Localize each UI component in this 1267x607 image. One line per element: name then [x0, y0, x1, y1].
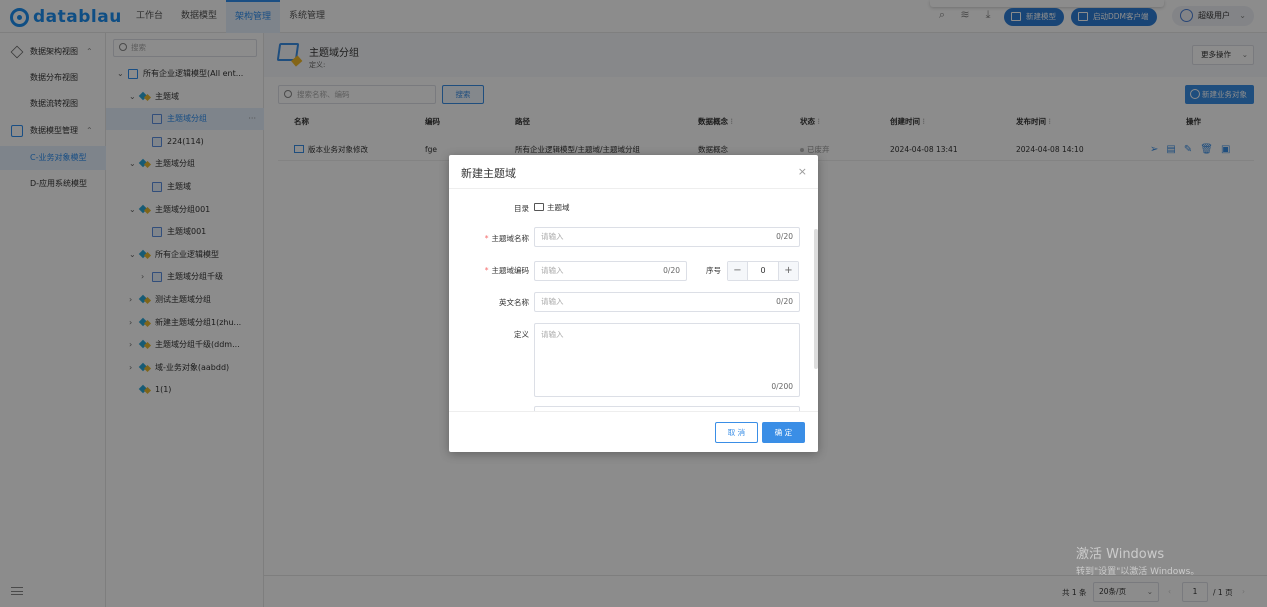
sequence-stepper: − 0 + — [727, 261, 799, 281]
english-name-label: 英文名称 — [499, 298, 529, 307]
windows-activation-watermark: 激活 Windows 转到"设置"以激活 Windows。 — [1076, 543, 1199, 577]
english-name-count: 0/20 — [776, 297, 793, 306]
dialog-title: 新建主题域 — [461, 167, 516, 180]
watermark-line2: 转到"设置"以激活 Windows。 — [1076, 567, 1200, 577]
domain-name-input[interactable]: 请输入 0/20 — [534, 227, 800, 247]
decrement-button[interactable]: − — [728, 262, 748, 280]
english-name-input[interactable]: 请输入 0/20 — [534, 292, 800, 312]
directory-label: 目录 — [514, 204, 529, 213]
sequence-value[interactable]: 0 — [748, 262, 778, 280]
domain-name-count: 0/20 — [776, 232, 793, 241]
folder-icon — [534, 203, 544, 211]
watermark-line1: 激活 Windows — [1076, 547, 1165, 562]
domain-name-placeholder: 请输入 — [541, 232, 564, 241]
domain-code-label: * 主题域编码 — [484, 266, 529, 275]
sequence-label: 序号 — [706, 266, 721, 275]
definition-placeholder: 请输入 — [541, 330, 564, 339]
definition-count: 0/200 — [771, 382, 793, 391]
confirm-button[interactable]: 确 定 — [762, 422, 805, 443]
divider — [449, 411, 818, 412]
close-icon[interactable]: × — [798, 165, 807, 178]
dialog-scrollbar[interactable] — [814, 229, 818, 369]
english-name-placeholder: 请输入 — [541, 297, 564, 306]
increment-button[interactable]: + — [778, 262, 798, 280]
definition-label: 定义 — [514, 330, 529, 339]
definition-textarea[interactable]: 请输入 0/200 — [534, 323, 800, 397]
domain-code-placeholder: 请输入 — [541, 266, 564, 275]
dialog-body: 目录 主题域 * 主题域名称 请输入 0/20 * 主题域编码 请输入 0/20 序… — [449, 189, 818, 411]
directory-value: 主题域 — [534, 202, 570, 213]
new-domain-dialog: 新建主题域 × 目录 主题域 * 主题域名称 请输入 0/20 * 主题域编码 请输… — [449, 155, 818, 452]
cancel-button[interactable]: 取 消 — [715, 422, 758, 443]
domain-name-label: * 主题域名称 — [484, 234, 529, 243]
